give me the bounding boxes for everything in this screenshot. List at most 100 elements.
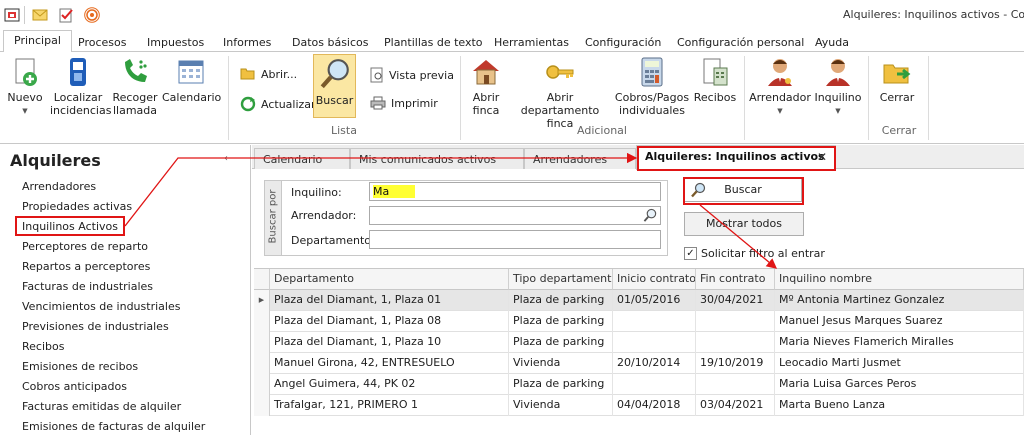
cell-inicio[interactable] [613, 311, 696, 332]
buscar-ribbon-button[interactable]: Buscar [313, 54, 356, 118]
table-row[interactable]: Plaza del Diamant, 1, Plaza 08 Plaza de p… [254, 311, 1024, 332]
cell-inicio[interactable] [613, 332, 696, 353]
cell-inquilino[interactable]: Manuel Jesus Marques Suarez [775, 311, 1024, 332]
table-row[interactable]: ▶ Plaza del Diamant, 1, Plaza 01 Plaza de … [254, 290, 1024, 311]
cell-tipo[interactable]: Plaza de parking [509, 374, 613, 395]
departamento-input[interactable] [369, 230, 661, 249]
inquilino-input[interactable]: Ma [369, 182, 661, 201]
cobros-pagos-button[interactable]: Cobros/Pagos individuales [614, 56, 690, 117]
col-inquilino-nombre[interactable]: Inquilino nombre [775, 269, 1024, 290]
cell-inquilino[interactable]: Maria Luisa Garces Peros [775, 374, 1024, 395]
cell-departamento[interactable]: Angel Guimera, 44, PK 02 [270, 374, 509, 395]
sidebar-item-inquilinos-activos[interactable]: Inquilinos Activos [22, 220, 118, 233]
recibos-button[interactable]: Recibos [692, 56, 738, 104]
cerrar-button[interactable]: Cerrar [874, 56, 920, 104]
tab-informes[interactable]: Informes [223, 36, 271, 49]
cell-tipo[interactable]: Plaza de parking [509, 311, 613, 332]
sidebar-item-facturas-industriales[interactable]: Facturas de industriales [22, 280, 153, 293]
cell-inicio[interactable]: 01/05/2016 [613, 290, 696, 311]
cell-tipo[interactable]: Plaza de parking [509, 332, 613, 353]
mostrar-todos-button[interactable]: Mostrar todos [684, 212, 804, 236]
cell-departamento[interactable]: Trafalgar, 121, PRIMERO 1 [270, 395, 509, 416]
mail-icon[interactable] [32, 7, 48, 23]
tab-impuestos[interactable]: Impuestos [147, 36, 204, 49]
sidebar-item-emisiones-facturas[interactable]: Emisiones de facturas de alquiler [22, 420, 205, 433]
cell-inquilino[interactable]: Marta Bueno Lanza [775, 395, 1024, 416]
sidebar-item-emisiones-recibos[interactable]: Emisiones de recibos [22, 360, 138, 373]
magnifier-icon[interactable] [643, 208, 658, 223]
sidebar-item-facturas-emitidas[interactable]: Facturas emitidas de alquiler [22, 400, 181, 413]
tab-configuracion-personal[interactable]: Configuración personal [677, 36, 804, 49]
row-indicator[interactable] [254, 332, 270, 353]
calendario-button[interactable]: Calendario [162, 56, 221, 104]
nuevo-button[interactable]: Nuevo ▼ [4, 56, 46, 118]
cell-inicio[interactable]: 04/04/2018 [613, 395, 696, 416]
doctab-inquilinos-activos[interactable]: Alquileres: Inquilinos activos ✕ [636, 145, 836, 170]
cell-fin[interactable]: 03/04/2021 [696, 395, 775, 416]
doctab-calendario[interactable]: Calendario [254, 148, 350, 169]
doctab-mis-comunicados[interactable]: Mis comunicados activos [350, 148, 524, 169]
app-icon[interactable] [4, 7, 20, 23]
tab-principal[interactable]: Principal [3, 30, 72, 53]
tab-datos-basicos[interactable]: Datos básicos [292, 36, 369, 49]
arrendador-input[interactable] [369, 206, 661, 225]
cell-inicio[interactable] [613, 374, 696, 395]
table-row[interactable]: Angel Guimera, 44, PK 02 Plaza de parking… [254, 374, 1024, 395]
arrendador-button[interactable]: Arrendador ▼ [748, 56, 812, 118]
cell-inquilino[interactable]: Mº Antonia Martinez Gonzalez [775, 290, 1024, 311]
broadcast-icon[interactable] [84, 7, 100, 23]
vista-previa-button[interactable]: Vista previa [370, 67, 454, 83]
cell-departamento[interactable]: Manuel Girona, 42, ENTRESUELO [270, 353, 509, 374]
tab-ayuda[interactable]: Ayuda [815, 36, 849, 49]
cell-departamento[interactable]: Plaza del Diamant, 1, Plaza 08 [270, 311, 509, 332]
table-row[interactable]: Trafalgar, 121, PRIMERO 1 Vivienda 04/04/2… [254, 395, 1024, 416]
cell-fin[interactable] [696, 332, 775, 353]
row-indicator[interactable] [254, 395, 270, 416]
row-indicator[interactable] [254, 353, 270, 374]
tab-procesos[interactable]: Procesos [78, 36, 126, 49]
tab-plantillas[interactable]: Plantillas de texto [384, 36, 483, 49]
cell-tipo[interactable]: Plaza de parking [509, 290, 613, 311]
tab-herramientas[interactable]: Herramientas [494, 36, 569, 49]
inquilino-button[interactable]: Inquilino ▼ [814, 56, 862, 118]
cell-tipo[interactable]: Vivienda [509, 395, 613, 416]
actualizar-button[interactable]: Actualizar [240, 96, 316, 112]
tasks-icon[interactable] [58, 7, 74, 23]
sidebar-item-cobros-anticipados[interactable]: Cobros anticipados [22, 380, 127, 393]
abrir-button[interactable]: Abrir... [240, 67, 297, 81]
cell-departamento[interactable]: Plaza del Diamant, 1, Plaza 10 [270, 332, 509, 353]
sidebar-item-previsiones[interactable]: Previsiones de industriales [22, 320, 169, 333]
col-fin-contrato[interactable]: Fin contrato [696, 269, 775, 290]
cell-inquilino[interactable]: Leocadio Marti Jusmet [775, 353, 1024, 374]
sidebar-item-vencimientos[interactable]: Vencimientos de industriales [22, 300, 180, 313]
abrir-departamento-finca-button[interactable]: Abrir departamento finca [510, 56, 610, 130]
cell-inquilino[interactable]: Maria Nieves Flamerich Miralles [775, 332, 1024, 353]
row-indicator[interactable] [254, 374, 270, 395]
collapse-sidebar-icon[interactable]: ‹ [224, 153, 228, 164]
localizar-incidencias-button[interactable]: Localizar incidencias [50, 56, 111, 117]
col-inicio-contrato[interactable]: Inicio contrato [613, 269, 696, 290]
cell-inicio[interactable]: 20/10/2014 [613, 353, 696, 374]
col-tipo-departamento[interactable]: Tipo departamento [509, 269, 613, 290]
tab-configuracion[interactable]: Configuración [585, 36, 661, 49]
sidebar-item-recibos[interactable]: Recibos [22, 340, 64, 353]
abrir-finca-button[interactable]: Abrir finca [466, 56, 506, 117]
solicitar-filtro-option[interactable]: ✓ Solicitar filtro al entrar [684, 247, 825, 260]
cell-fin[interactable] [696, 311, 775, 332]
table-row[interactable]: Plaza del Diamant, 1, Plaza 10 Plaza de p… [254, 332, 1024, 353]
cell-fin[interactable]: 30/04/2021 [696, 290, 775, 311]
table-row[interactable]: Manuel Girona, 42, ENTRESUELO Vivienda 20/… [254, 353, 1024, 374]
sidebar-item-propiedades-activas[interactable]: Propiedades activas [22, 200, 132, 213]
imprimir-button[interactable]: Imprimir [370, 96, 438, 110]
cell-departamento[interactable]: Plaza del Diamant, 1, Plaza 01 [270, 290, 509, 311]
cell-fin[interactable] [696, 374, 775, 395]
sidebar-item-perceptores[interactable]: Perceptores de reparto [22, 240, 148, 253]
row-indicator[interactable] [254, 311, 270, 332]
sidebar-item-repartos[interactable]: Repartos a perceptores [22, 260, 150, 273]
sidebar-item-arrendadores[interactable]: Arrendadores [22, 180, 96, 193]
buscar-button[interactable]: Buscar [684, 178, 802, 202]
current-row-indicator-icon[interactable]: ▶ [254, 290, 270, 311]
cell-tipo[interactable]: Vivienda [509, 353, 613, 374]
solicitar-filtro-checkbox[interactable]: ✓ [684, 247, 697, 260]
cell-fin[interactable]: 19/10/2019 [696, 353, 775, 374]
